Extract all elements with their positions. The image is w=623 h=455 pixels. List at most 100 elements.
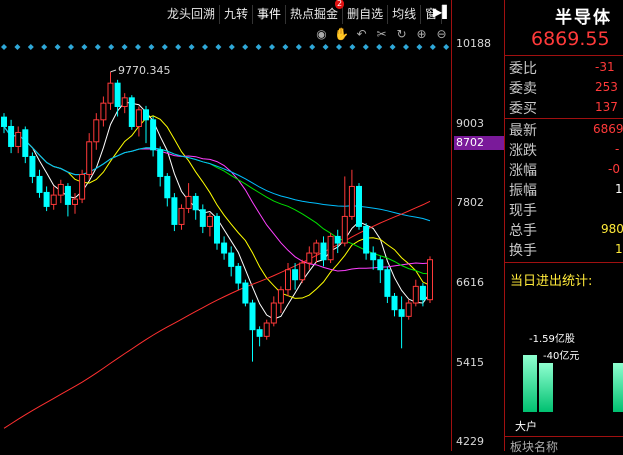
candle-body [419,285,426,301]
candle-body [292,269,299,281]
row-label: 总手 [509,223,537,239]
candle [1,113,7,134]
flow-bar [539,363,553,412]
candle [320,236,327,267]
candle-body [192,195,199,211]
row-label: 涨跌 [509,143,537,159]
row-value: 980 [601,222,623,236]
candle [214,213,220,250]
candle [384,266,391,304]
chart-toolbar: ◉ ✋ ↶ ✂ ↻ ⊕ ⊖ [314,27,449,41]
candle-body [313,242,320,254]
row-value: 253 [595,80,618,94]
event-marker-row [1,44,450,50]
event-marker [255,44,262,50]
more-tabs-icon[interactable]: ▶▌ [433,5,451,19]
event-marker [215,44,222,50]
event-marker [135,44,141,50]
candle-body [391,295,398,311]
candle [143,105,149,144]
zoom-in-icon[interactable]: ⊕ [414,27,429,41]
candle-body [299,262,306,281]
candle [356,183,362,230]
candle [348,169,355,220]
candle [412,279,419,307]
row-label: 换手 [509,243,537,259]
quote-panel: 半导体 6869.55 委比 -31 委卖 253 委买 137 最新 6869… [504,0,623,454]
candle-body [150,119,157,151]
row-value: 6869 [593,122,623,136]
divider [505,55,623,56]
tab-nine-turn[interactable]: 九转 [220,5,254,24]
candle [249,299,256,362]
event-marker [349,44,356,50]
row-label: 委比 [509,61,537,77]
event-marker [389,44,396,50]
candle [100,96,107,127]
candle [178,204,185,230]
event-marker [309,44,316,50]
moving-average-lines [3,101,431,429]
tab-hotspots[interactable]: 热点掘金 2 [286,0,345,24]
flow-volume-label: -1.59亿股 [529,334,575,345]
candle-body [164,175,171,199]
eye-icon[interactable]: ◉ [314,27,329,41]
tab-dragon-head[interactable]: 龙头回溯 [163,5,221,24]
candle-body [157,149,164,177]
event-marker [41,44,48,50]
candle-body [72,198,78,205]
event-marker [295,44,302,50]
event-marker [175,44,182,50]
candle-body [228,252,235,267]
undo-icon[interactable]: ↶ [354,27,369,41]
axis-tick-label: 7802 [456,196,484,209]
candle [36,169,43,198]
axis-tick-label: 6616 [456,276,484,289]
candle-body [405,302,412,317]
candle-body [306,252,313,264]
candle-body [128,97,135,127]
candle-body [93,119,100,143]
candle-body [327,235,334,261]
candle-body [43,191,50,207]
candle-body [427,259,433,301]
event-marker [228,44,235,50]
candle [64,183,71,217]
row-value: 137 [595,100,618,114]
zoom-out-icon[interactable]: ⊖ [434,27,449,41]
event-marker [188,44,195,50]
event-marker [362,44,369,50]
event-marker [416,44,423,50]
row-value: 1 [615,242,623,256]
event-marker [121,44,128,50]
peak-annotation [110,69,117,73]
tab-hotspots-label: 热点掘金 [290,7,339,21]
candle [363,223,370,260]
kline-chart[interactable] [0,0,451,451]
candle [391,293,398,317]
candle [270,296,277,327]
stats-title: 当日进出统计: [510,274,593,289]
refresh-icon[interactable]: ↻ [394,27,409,41]
event-marker [68,44,74,50]
tab-events[interactable]: 事件 [253,5,287,24]
scissors-icon[interactable]: ✂ [374,27,389,41]
row-value: 1 [615,182,623,196]
event-marker [54,44,61,50]
hand-icon[interactable]: ✋ [334,27,349,41]
candle-body [1,116,7,127]
candle [29,152,36,184]
candle-body [135,109,142,127]
event-marker [443,44,450,50]
tab-remove-watchlist[interactable]: 删自选 [343,5,389,24]
tab-moving-average[interactable]: 均线 [388,5,422,24]
flow-bar [613,363,623,412]
sector-name-header[interactable]: 板块名称 [510,438,558,455]
bar-category-label: 大户 [515,420,537,433]
candle-body [121,97,128,107]
candle-body [22,129,29,157]
event-marker [1,44,7,50]
candle [135,106,142,137]
candle [327,233,334,264]
candle [277,286,284,314]
